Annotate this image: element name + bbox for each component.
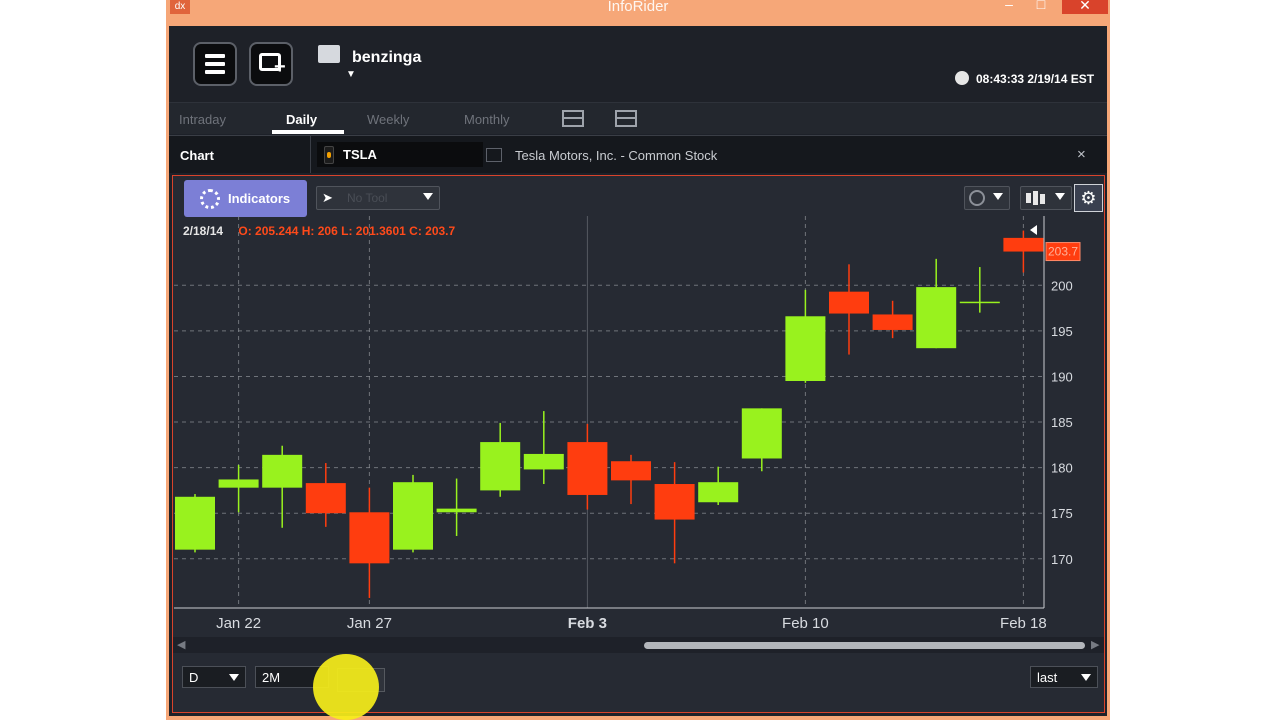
candle-body: [741, 408, 782, 459]
x-tick-label: Feb 3: [568, 615, 607, 632]
main-menu-button[interactable]: [193, 42, 237, 86]
window-title: InfoRider: [607, 0, 669, 15]
y-tick-label: 175: [1051, 506, 1073, 521]
chevron-down-icon: [1081, 674, 1091, 681]
candle-body: [218, 479, 259, 488]
active-tab-indicator: [272, 130, 344, 134]
candle-body: [393, 482, 433, 550]
screen: dx InfoRider – □ ✕ + benzinga ▼ 08:43:33…: [0, 0, 1280, 720]
close-window-button[interactable]: ✕: [1062, 0, 1108, 14]
bottom-toolbar: D 2M last: [173, 654, 1104, 720]
scroll-right-arrow[interactable]: ▶: [1091, 638, 1099, 651]
candle-body: [305, 483, 346, 514]
app-header: + benzinga ▼ 08:43:33 2/19/14 EST: [169, 26, 1107, 102]
user-name[interactable]: benzinga: [352, 49, 421, 67]
last-price-label: 203.7: [1048, 245, 1078, 259]
x-tick-label: Feb 18: [1000, 615, 1047, 632]
candle-body: [959, 301, 1000, 304]
candlestick-chart[interactable]: 170 175 180 185 190 195 200 Jan 22 Jan 27 Feb 3 Fe…: [173, 176, 1104, 636]
candle-body: [1003, 237, 1044, 252]
latest-marker-icon: [1030, 225, 1037, 235]
y-tick-label: 170: [1051, 552, 1073, 567]
grid-layout-icon[interactable]: [562, 110, 584, 127]
candle-body: [611, 461, 651, 481]
y-tick-label: 190: [1051, 369, 1073, 384]
candle-body: [480, 442, 521, 491]
x-tick-label: Jan 22: [216, 615, 261, 632]
new-window-button[interactable]: +: [249, 42, 293, 86]
scroll-thumb[interactable]: [644, 642, 1085, 649]
period-value: D: [189, 670, 199, 685]
candle-body: [436, 508, 477, 513]
cursor-highlight: [313, 654, 379, 720]
title-bar[interactable]: dx InfoRider – □ ✕: [166, 0, 1110, 26]
stack-layout-icon[interactable]: [615, 110, 637, 127]
candle-body: [872, 314, 913, 330]
scroll-left-arrow[interactable]: ◀: [177, 638, 185, 651]
tab-daily[interactable]: Daily: [286, 112, 317, 127]
status-light-icon: [324, 146, 334, 164]
app-window: dx InfoRider – □ ✕ + benzinga ▼ 08:43:33…: [166, 0, 1110, 720]
candle-body: [654, 484, 695, 520]
divider: [310, 136, 311, 173]
candle-body: [175, 496, 215, 550]
x-tick-label: Feb 10: [782, 615, 829, 632]
candle-body: [698, 482, 739, 503]
clock-time: 08:43:33 2/19/14 EST: [976, 72, 1095, 86]
candle-body: [829, 291, 869, 314]
tab-intraday[interactable]: Intraday: [179, 112, 226, 127]
y-tick-label: 185: [1051, 415, 1073, 430]
y-tick-label: 195: [1051, 324, 1073, 339]
chart-label: Chart: [180, 148, 214, 163]
candle-body: [567, 442, 608, 495]
period-select[interactable]: D: [182, 666, 246, 688]
clock-icon: [955, 71, 969, 85]
candle-body: [523, 453, 564, 470]
symbol-box[interactable]: [317, 142, 483, 167]
candle-body: [916, 287, 957, 349]
hamburger-icon: [205, 54, 225, 78]
chevron-down-icon: [229, 674, 239, 681]
close-chart-button[interactable]: ×: [1077, 146, 1086, 163]
chart-scrollbar[interactable]: ◀ ▶: [173, 637, 1104, 653]
price-type-select[interactable]: last: [1030, 666, 1098, 688]
price-type-value: last: [1037, 670, 1058, 685]
range-value: 2M: [262, 670, 281, 685]
minimize-button[interactable]: –: [996, 0, 1022, 12]
y-tick-label: 200: [1051, 278, 1073, 293]
user-menu-caret[interactable]: ▼: [346, 69, 356, 80]
company-name: Tesla Motors, Inc. - Common Stock: [515, 148, 718, 163]
x-tick-label: Jan 27: [347, 615, 392, 632]
period-tabs: Intraday Daily Weekly Monthly: [169, 102, 1107, 134]
tab-monthly[interactable]: Monthly: [464, 112, 510, 127]
candle-body: [262, 454, 303, 488]
chart-header-bar: Chart Tesla Motors, Inc. - Common Stock …: [169, 135, 1107, 173]
copy-icon[interactable]: [486, 148, 502, 162]
y-tick-label: 180: [1051, 461, 1073, 476]
maximize-button[interactable]: □: [1028, 0, 1054, 12]
symbol-input[interactable]: [343, 147, 463, 162]
tab-weekly[interactable]: Weekly: [367, 112, 409, 127]
app-client: + benzinga ▼ 08:43:33 2/19/14 EST Intrad…: [169, 26, 1107, 720]
candle-body: [349, 512, 390, 564]
chart-panel: Indicators ➤ No Tool ⚙ 2/18/14 O: 205.24…: [172, 175, 1105, 720]
candle-body: [785, 316, 826, 382]
id-card-icon[interactable]: [318, 45, 340, 63]
